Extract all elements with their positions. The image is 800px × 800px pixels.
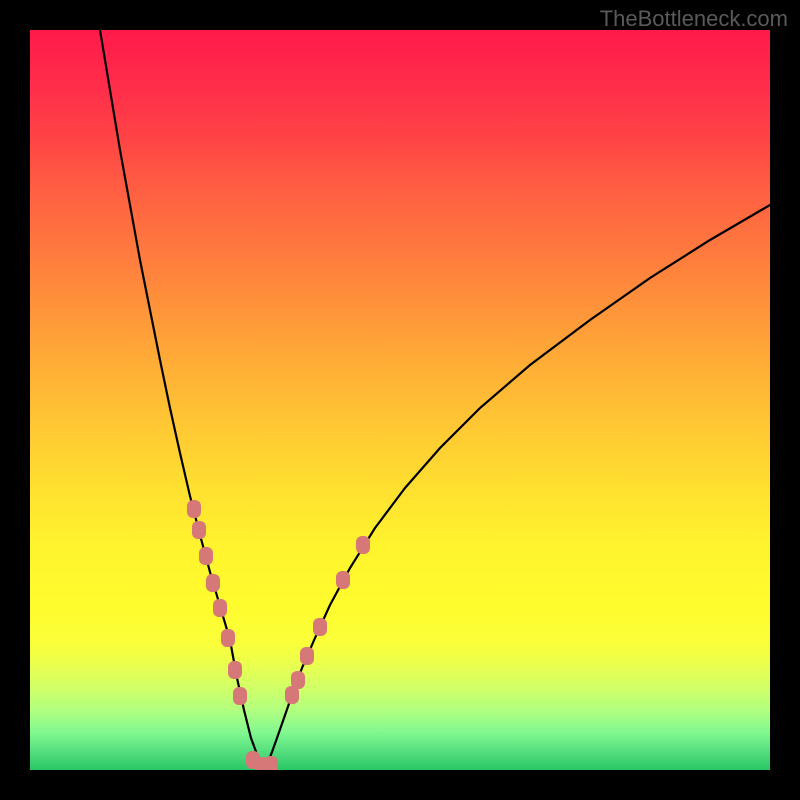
data-marker [187,500,201,518]
data-marker [313,618,327,636]
data-marker [206,574,220,592]
data-marker [233,687,247,705]
data-marker [192,521,206,539]
data-marker [291,671,305,689]
data-markers [187,500,370,770]
data-marker [336,571,350,589]
curve-left-branch [100,30,265,767]
data-marker [221,629,235,647]
curve-right-branch [265,205,770,767]
data-marker [199,547,213,565]
data-marker [228,661,242,679]
data-marker [300,647,314,665]
data-marker [264,756,278,770]
watermark-text: TheBottleneck.com [600,6,788,32]
plot-area [30,30,770,770]
chart-svg [30,30,770,770]
data-marker [356,536,370,554]
data-marker [213,599,227,617]
